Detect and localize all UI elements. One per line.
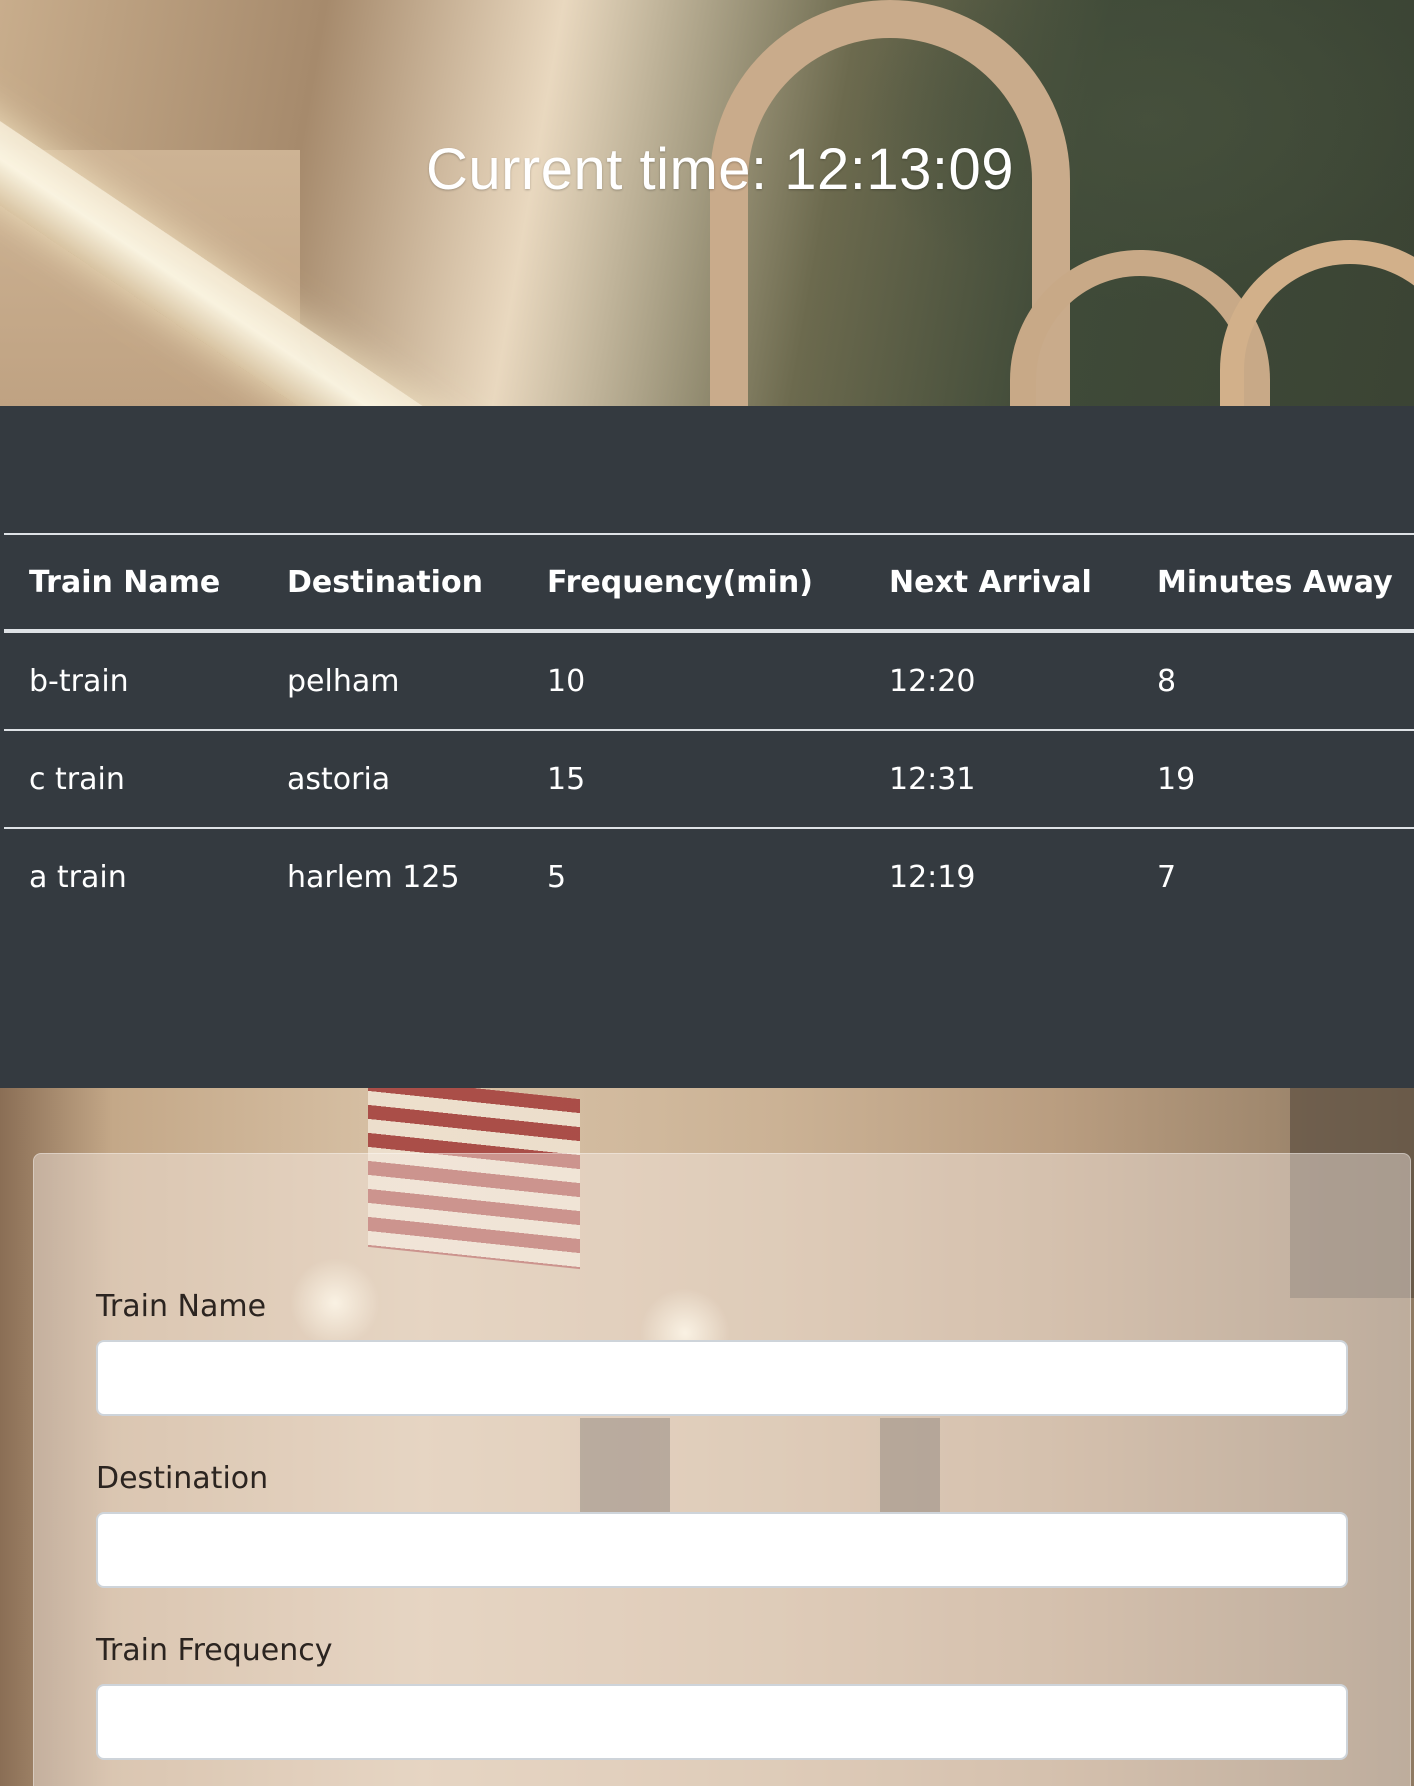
destination-label: Destination bbox=[96, 1461, 269, 1496]
table-row: b-train pelham 10 12:20 8 bbox=[4, 631, 1414, 730]
cell-destination: pelham bbox=[287, 663, 400, 699]
destination-group: Destination bbox=[96, 1461, 1348, 1588]
hero-banner: Current time: 12:13:09 bbox=[0, 0, 1414, 406]
column-header-train-name: Train Name bbox=[29, 564, 221, 600]
destination-input[interactable] bbox=[96, 1512, 1348, 1588]
cell-frequency: 5 bbox=[547, 859, 567, 895]
table-header-row: Train Name Destination Frequency(min) Ne… bbox=[4, 534, 1414, 631]
cell-next-arrival: 12:20 bbox=[889, 663, 976, 699]
cell-destination: astoria bbox=[287, 761, 391, 797]
current-time: Current time: 12:13:09 bbox=[425, 137, 1015, 202]
cell-destination: harlem 125 bbox=[287, 859, 460, 895]
train-name-input[interactable] bbox=[96, 1340, 1348, 1416]
column-header-next-arrival: Next Arrival bbox=[889, 564, 1092, 600]
train-name-group: Train Name bbox=[96, 1289, 1348, 1416]
cell-frequency: 15 bbox=[547, 761, 586, 797]
cell-minutes-away: 19 bbox=[1157, 761, 1196, 797]
cell-train-name: c train bbox=[29, 761, 125, 797]
background-arch bbox=[1220, 240, 1414, 406]
cell-train-name: a train bbox=[29, 859, 127, 895]
schedule-panel: Train Name Destination Frequency(min) Ne… bbox=[0, 406, 1414, 1088]
train-schedule-table: Train Name Destination Frequency(min) Ne… bbox=[4, 533, 1414, 925]
train-frequency-input[interactable] bbox=[96, 1684, 1348, 1760]
add-train-form: Train Name Destination Train Frequency bbox=[33, 1153, 1411, 1786]
form-section: Train Name Destination Train Frequency bbox=[0, 1088, 1414, 1786]
train-name-label: Train Name bbox=[96, 1289, 267, 1324]
column-header-frequency: Frequency(min) bbox=[547, 564, 813, 600]
train-frequency-group: Train Frequency bbox=[96, 1633, 1348, 1760]
table-row: a train harlem 125 5 12:19 7 bbox=[4, 828, 1414, 925]
train-frequency-label: Train Frequency bbox=[96, 1633, 333, 1668]
cell-minutes-away: 7 bbox=[1157, 859, 1177, 895]
cell-frequency: 10 bbox=[547, 663, 586, 699]
column-header-destination: Destination bbox=[287, 564, 483, 600]
table-row: c train astoria 15 12:31 19 bbox=[4, 730, 1414, 828]
cell-next-arrival: 12:31 bbox=[889, 761, 976, 797]
cell-train-name: b-train bbox=[29, 663, 129, 699]
cell-next-arrival: 12:19 bbox=[889, 859, 976, 895]
cell-minutes-away: 8 bbox=[1157, 663, 1177, 699]
column-header-minutes-away: Minutes Away bbox=[1157, 564, 1393, 600]
